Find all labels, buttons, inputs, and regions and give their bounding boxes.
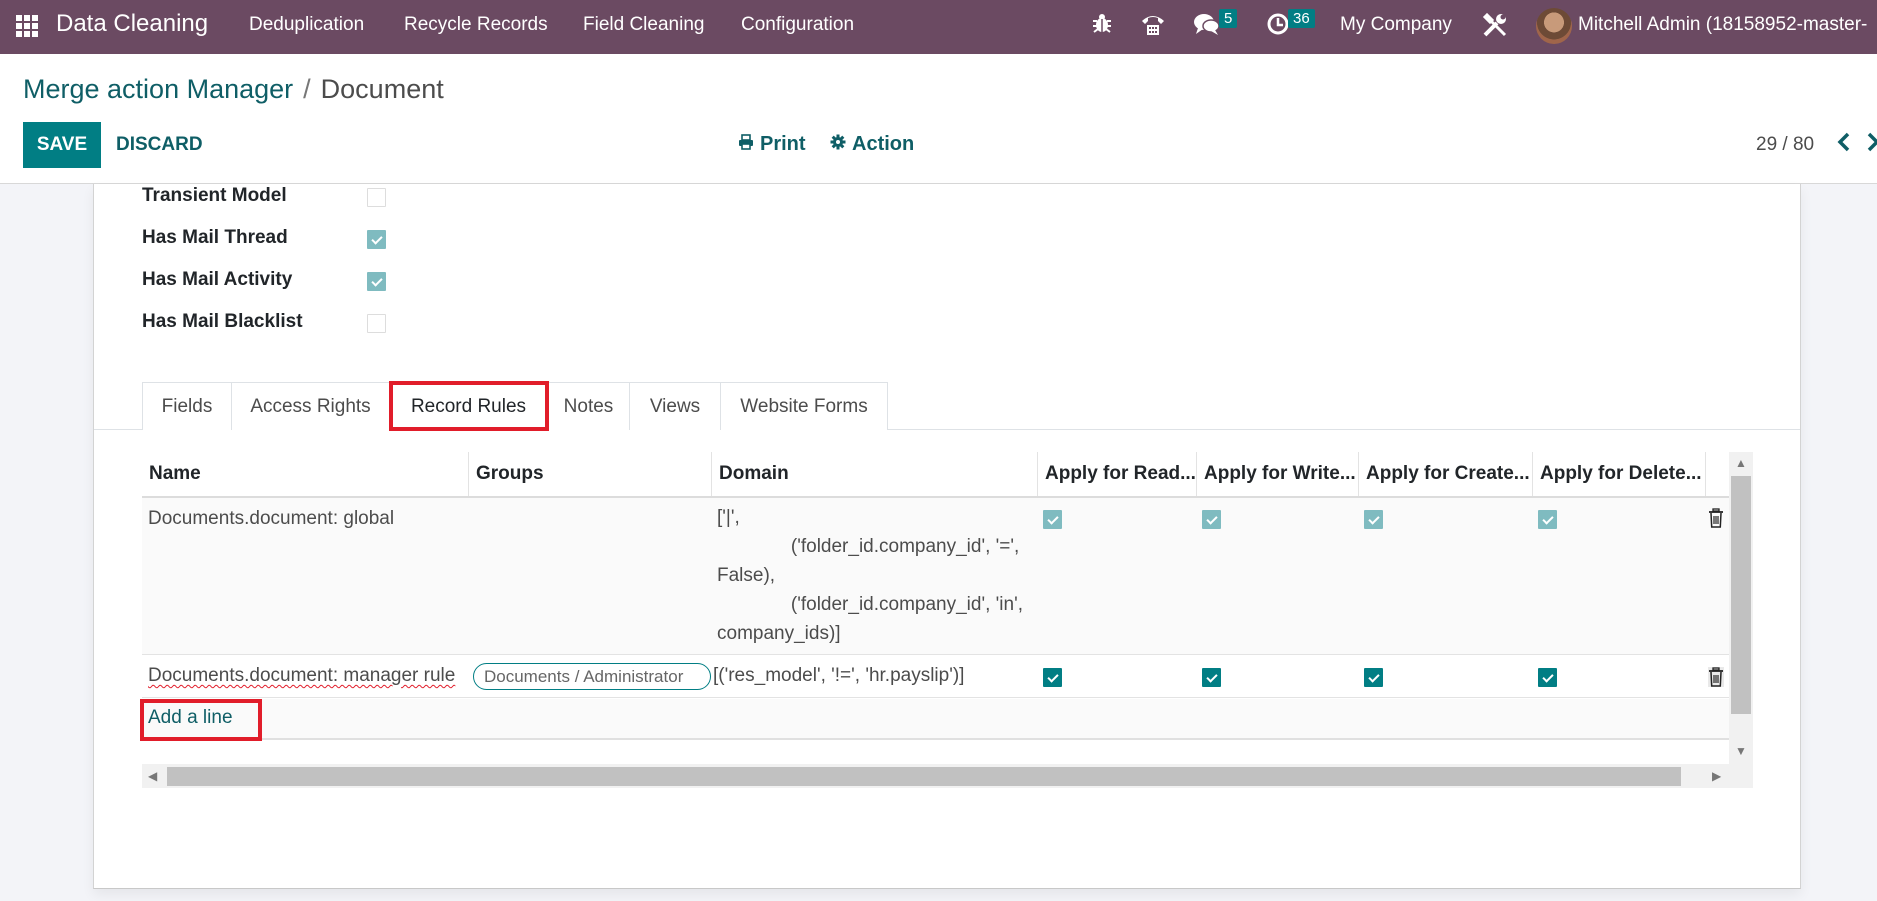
apply-create-checkbox[interactable] — [1364, 510, 1383, 529]
add-a-line-link[interactable]: Add a line — [148, 707, 233, 729]
print-button[interactable]: Print — [738, 133, 806, 156]
company-switcher[interactable]: My Company — [1340, 14, 1452, 36]
menu-recycle-records[interactable]: Recycle Records — [404, 14, 548, 36]
vertical-scrollbar[interactable]: ▲ ▼ — [1729, 452, 1753, 764]
user-menu[interactable]: Mitchell Admin (18158952-master- — [1578, 14, 1867, 36]
field-label-transient-model: Transient Model — [142, 185, 287, 206]
table-row[interactable]: Documents.document: manager rule Documen… — [142, 656, 1729, 698]
trash-icon[interactable] — [1708, 667, 1724, 687]
column-header-name[interactable]: Name — [142, 452, 468, 496]
bug-icon[interactable] — [1092, 12, 1112, 40]
action-button[interactable]: Action — [830, 133, 914, 156]
trash-icon[interactable] — [1708, 508, 1724, 528]
transient-model-checkbox[interactable] — [367, 188, 386, 207]
breadcrumb: Merge action Manager / Document — [23, 74, 444, 105]
vertical-scroll-thumb[interactable] — [1731, 476, 1751, 714]
menu-field-cleaning[interactable]: Field Cleaning — [583, 14, 704, 36]
field-label-has-mail-blacklist: Has Mail Blacklist — [142, 311, 303, 332]
print-icon — [738, 133, 754, 156]
column-header-groups[interactable]: Groups — [468, 452, 711, 496]
breadcrumb-current: Document — [320, 74, 444, 104]
scroll-right-arrow-icon[interactable]: ▶ — [1712, 769, 1721, 783]
apply-read-checkbox[interactable] — [1043, 668, 1062, 687]
save-button[interactable]: SAVE — [23, 122, 101, 168]
field-label-has-mail-thread: Has Mail Thread — [142, 227, 288, 248]
has-mail-thread-checkbox[interactable] — [367, 230, 386, 249]
add-line-row: Add a line — [142, 699, 1729, 740]
tab-notes[interactable]: Notes — [547, 382, 630, 430]
table-row[interactable]: Documents.document: global ['|', ('folde… — [142, 498, 1729, 655]
user-avatar[interactable] — [1536, 8, 1572, 44]
phone-icon[interactable] — [1140, 12, 1166, 42]
control-panel: Merge action Manager / Document SAVE DISCA… — [0, 54, 1877, 184]
horizontal-scrollbar[interactable]: ◀ ▶ — [142, 764, 1753, 788]
apps-menu-icon[interactable] — [16, 15, 38, 37]
pager-value[interactable]: 29 / 80 — [1756, 134, 1814, 156]
apply-delete-checkbox[interactable] — [1538, 510, 1557, 529]
activities-badge: 36 — [1288, 9, 1315, 28]
tab-record-rules[interactable]: Record Rules — [389, 382, 548, 431]
app-name[interactable]: Data Cleaning — [56, 10, 208, 38]
breadcrumb-separator: / — [303, 74, 311, 104]
action-label: Action — [852, 133, 915, 155]
rule-domain: [('res_model', '!=', 'hr.payslip')] — [713, 665, 965, 686]
column-header-delete[interactable]: Apply for Delete... — [1532, 452, 1705, 496]
rule-name: Documents.document: manager rule — [142, 665, 455, 687]
breadcrumb-parent[interactable]: Merge action Manager — [23, 74, 293, 104]
column-header-create[interactable]: Apply for Create... — [1358, 452, 1532, 496]
notebook-tabs: Fields Access Rights Record Rules Notes … — [94, 382, 1800, 431]
pager-previous-button[interactable] — [1837, 132, 1851, 158]
has-mail-activity-checkbox[interactable] — [367, 272, 386, 291]
discard-button[interactable]: DISCARD — [116, 134, 203, 156]
column-header-actions — [1705, 452, 1729, 496]
menu-configuration[interactable]: Configuration — [741, 14, 854, 36]
rule-name: Documents.document: global — [148, 508, 395, 529]
tab-fields[interactable]: Fields — [142, 382, 232, 430]
column-header-read[interactable]: Apply for Read... — [1037, 452, 1196, 496]
messages-badge: 5 — [1219, 9, 1238, 28]
apply-write-checkbox[interactable] — [1202, 668, 1221, 687]
apply-delete-checkbox[interactable] — [1538, 668, 1557, 687]
tab-views[interactable]: Views — [629, 382, 721, 430]
clock-icon[interactable] — [1266, 12, 1290, 42]
scroll-down-arrow-icon[interactable]: ▼ — [1735, 744, 1747, 758]
column-header-domain[interactable]: Domain — [711, 452, 1037, 496]
chat-icon[interactable] — [1193, 12, 1221, 42]
horizontal-scroll-thumb[interactable] — [167, 767, 1681, 786]
scroll-left-arrow-icon[interactable]: ◀ — [148, 769, 157, 783]
group-tag[interactable]: Documents / Administrator — [473, 663, 711, 690]
menu-deduplication[interactable]: Deduplication — [249, 14, 364, 36]
pager-next-button[interactable] — [1866, 132, 1877, 158]
apply-create-checkbox[interactable] — [1364, 668, 1383, 687]
scroll-up-arrow-icon[interactable]: ▲ — [1735, 456, 1747, 470]
tools-icon[interactable] — [1482, 12, 1508, 44]
column-header-write[interactable]: Apply for Write... — [1196, 452, 1358, 496]
top-navbar: Data Cleaning Deduplication Recycle Reco… — [0, 0, 1877, 54]
tab-website-forms[interactable]: Website Forms — [720, 382, 888, 430]
rule-domain: ['|', ('folder_id.company_id', '=', Fals… — [717, 507, 1023, 644]
print-label: Print — [760, 133, 806, 155]
apply-write-checkbox[interactable] — [1202, 510, 1221, 529]
field-label-has-mail-activity: Has Mail Activity — [142, 269, 293, 290]
tab-access-rights[interactable]: Access Rights — [231, 382, 390, 430]
form-sheet: Transient Model Has Mail Thread Has Mail… — [93, 184, 1801, 889]
rule-name-text: Documents.document: manager rule — [148, 665, 456, 686]
gear-icon — [830, 133, 846, 156]
apply-read-checkbox[interactable] — [1043, 510, 1062, 529]
has-mail-blacklist-checkbox[interactable] — [367, 314, 386, 333]
